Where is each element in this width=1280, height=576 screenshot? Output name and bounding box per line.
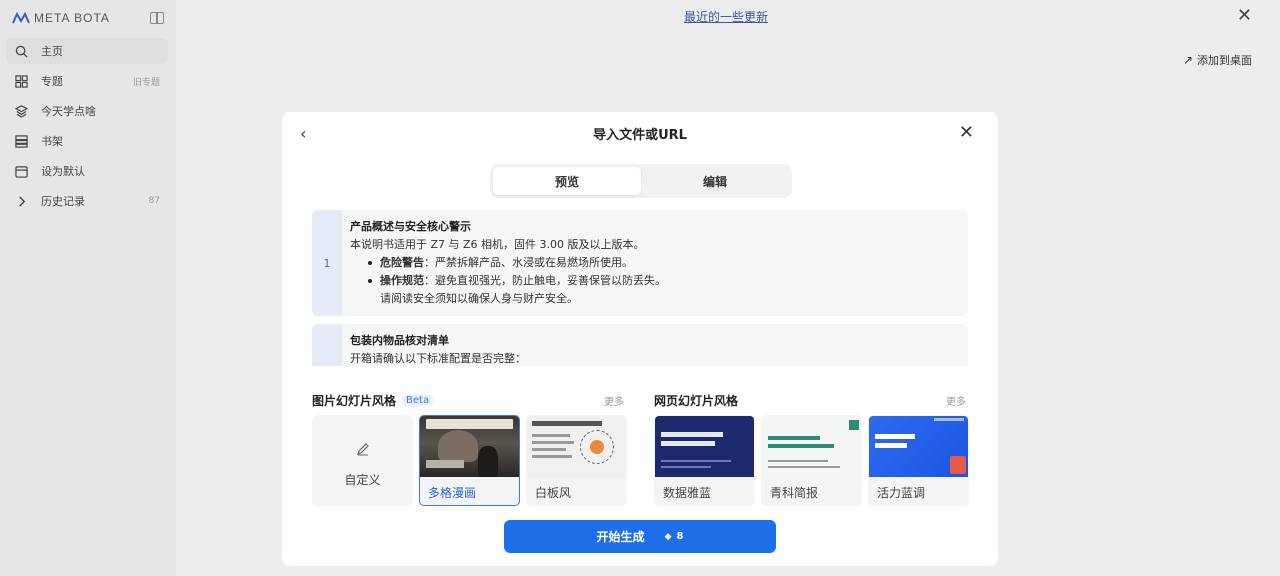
sidebar-nav: 主页 专题 旧专题 今天学点啥 书架 设为默认 历史记录 87 [0, 38, 176, 214]
generate-cost: ◆ 8 [665, 531, 684, 542]
style-card-label: 多格漫画 [428, 485, 477, 500]
block-body: 包装内物品核对清单 开箱请确认以下标准配置是否完整： [342, 324, 534, 366]
sidebar-item-label: 历史记录 [41, 195, 85, 208]
style-card-whiteboard[interactable]: 白板风 [526, 415, 627, 506]
bullet-bold: 危险警告 [380, 256, 424, 269]
updates-link[interactable]: 最近的一些更新 [684, 10, 768, 24]
image-style-cards: 自定义 多格漫画 白板风 [312, 415, 627, 506]
style-card-manga[interactable]: 多格漫画 [419, 415, 520, 506]
web-style-cards: 数据雅蓝 青科简报 活力蓝调 [654, 415, 969, 506]
style-card-label: 青科简报 [770, 485, 819, 500]
chevron-right-icon [14, 194, 28, 208]
style-thumbnail [655, 416, 754, 477]
block-intro: 本说明书适用于 Z7 与 Z6 相机，固件 3.00 版及以上版本。 [350, 238, 645, 251]
outline-block[interactable]: 1 产品概述与安全核心警示 本说明书适用于 Z7 与 Z6 相机，固件 3.00… [312, 210, 968, 316]
logo-icon [12, 12, 30, 24]
style-thumbnail [762, 416, 861, 477]
tab-preview[interactable]: 预览 [493, 167, 641, 195]
bullet-list: 危险警告：严禁拆解产品、水浸或在易燃场所使用。 操作规范：避免直视强光，防止触电… [350, 254, 666, 290]
style-card-navy[interactable]: 数据雅蓝 [654, 415, 755, 506]
view-tabs: 预览 编辑 [490, 164, 792, 198]
pencil-icon [353, 439, 373, 459]
sidebar-item-label: 主页 [41, 45, 63, 58]
sidebar-item-label: 书架 [41, 135, 63, 148]
web-styles-title: 网页幻灯片风格 [654, 393, 739, 408]
sidebar: META BOTA 主页 专题 旧专题 今天学点啥 书架 设为默认 历史记录 8… [0, 0, 176, 576]
modal-close-icon[interactable]: ✕ [959, 122, 974, 143]
gem-icon: ◆ [664, 531, 672, 542]
calendar-icon [14, 164, 28, 178]
logo-row: META BOTA [0, 0, 176, 36]
bullet-text: ：严禁拆解产品、水浸或在易燃场所使用。 [424, 256, 633, 269]
style-card-blue[interactable]: 活力蓝调 [868, 415, 969, 506]
grid-icon [14, 74, 28, 88]
sidebar-item-history[interactable]: 历史记录 87 [6, 188, 168, 214]
sidebar-item-count: 87 [148, 196, 160, 206]
style-card-label: 数据雅蓝 [663, 485, 712, 500]
style-card-custom[interactable]: 自定义 [312, 415, 413, 506]
image-styles-more-link[interactable]: 更多 [604, 393, 624, 408]
modal-title: 导入文件或URL [593, 128, 687, 143]
style-thumbnail [527, 416, 626, 477]
search-icon [14, 44, 28, 58]
add-to-desktop-button[interactable]: ↗ 添加到桌面 [1183, 52, 1252, 68]
preview-area: 1 产品概述与安全核心警示 本说明书适用于 Z7 与 Z6 相机，固件 3.00… [312, 210, 968, 366]
image-styles-title: 图片幻灯片风格 [312, 393, 397, 408]
generate-label: 开始生成 [596, 530, 645, 544]
sidebar-item-label: 专题 [41, 75, 63, 88]
sidebar-item-label: 今天学点啥 [41, 105, 96, 118]
top-link-wrap: 最近的一些更新 [676, 8, 776, 25]
tab-edit[interactable]: 编辑 [641, 167, 789, 195]
add-to-desktop-label: 添加到桌面 [1197, 54, 1252, 67]
image-styles-header: 图片幻灯片风格 Beta [312, 392, 434, 408]
block-tail: 请阅读安全须知以确保人身与财产安全。 [380, 292, 578, 305]
sidebar-item-default[interactable]: 设为默认 [6, 158, 168, 184]
sidebar-item-home[interactable]: 主页 [6, 38, 168, 64]
web-styles-header: 网页幻灯片风格 [654, 392, 738, 408]
block-body: 产品概述与安全核心警示 本说明书适用于 Z7 与 Z6 相机，固件 3.00 版… [342, 210, 674, 316]
sidebar-item-learn[interactable]: 今天学点啥 [6, 98, 168, 124]
beta-badge: Beta [402, 394, 434, 406]
bullet-item: 危险警告：严禁拆解产品、水浸或在易燃场所使用。 [366, 254, 666, 272]
close-icon[interactable]: ✕ [1237, 7, 1252, 25]
cost-value: 8 [676, 531, 684, 542]
arrow-up-right-icon: ↗ [1182, 53, 1193, 67]
style-card-label: 自定义 [344, 473, 381, 487]
sidebar-item-topics[interactable]: 专题 旧专题 [6, 68, 168, 94]
style-card-label: 活力蓝调 [877, 485, 926, 500]
block-heading: 产品概述与安全核心警示 [350, 220, 471, 233]
import-modal: ‹ 导入文件或URL ✕ 预览 编辑 1 产品概述与安全核心警示 本说明书适用于… [282, 112, 998, 566]
style-card-label: 白板风 [535, 485, 572, 500]
outline-block[interactable]: 包装内物品核对清单 开箱请确认以下标准配置是否完整： [312, 324, 968, 366]
style-card-green[interactable]: 青科简报 [761, 415, 862, 506]
block-number [312, 324, 342, 366]
bullet-text: ：避免直视强光，防止触电，妥善保管以防丢失。 [424, 274, 666, 287]
bookshelf-icon [14, 134, 28, 148]
web-styles-more-link[interactable]: 更多 [946, 393, 966, 408]
sidebar-item-bookshelf[interactable]: 书架 [6, 128, 168, 154]
sidebar-item-label: 设为默认 [41, 165, 85, 178]
app-name: META BOTA [34, 11, 110, 25]
sidebar-toggle-icon[interactable] [150, 12, 164, 24]
bullet-item: 操作规范：避免直视强光，防止触电，妥善保管以防丢失。 [366, 272, 666, 290]
style-thumbnail [869, 416, 968, 477]
bullet-bold: 操作规范 [380, 274, 424, 287]
block-number: 1 [312, 210, 342, 316]
book-stack-icon [14, 104, 28, 118]
generate-button[interactable]: 开始生成 ◆ 8 [504, 520, 776, 553]
style-thumbnail [420, 416, 519, 477]
block-heading: 包装内物品核对清单 [350, 334, 449, 347]
sidebar-item-count: 旧专题 [132, 77, 160, 88]
block-intro: 开箱请确认以下标准配置是否完整： [350, 352, 526, 365]
